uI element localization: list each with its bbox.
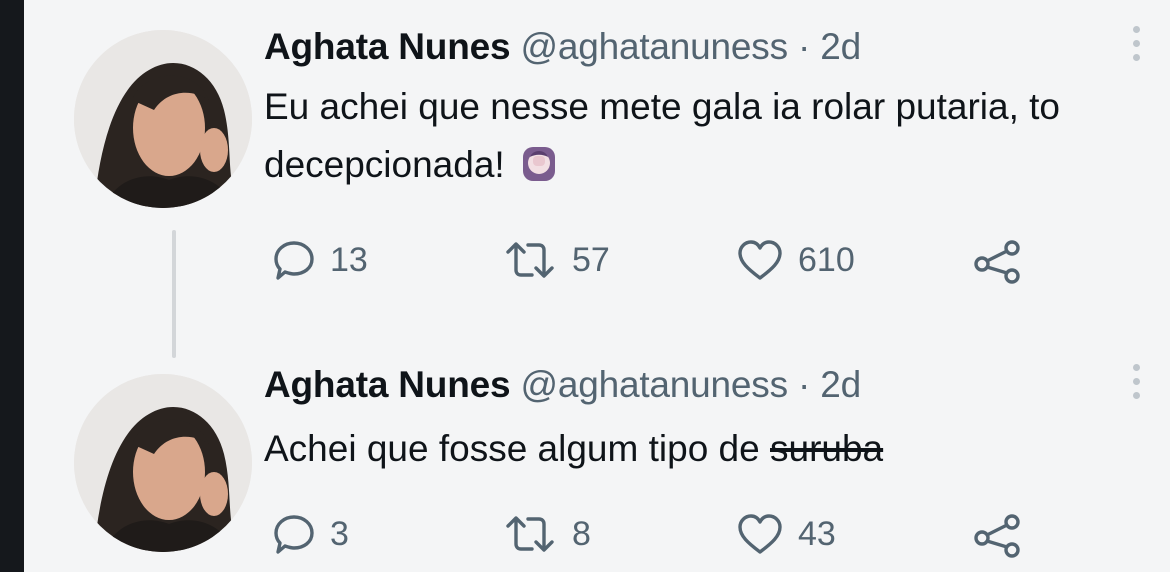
more-options-icon[interactable]	[1132, 26, 1140, 61]
share-icon	[972, 240, 1024, 284]
retweet-count: 57	[572, 240, 610, 279]
author-name[interactable]: Aghata Nunes	[264, 364, 511, 405]
tweet-header: Aghata Nunes @aghatanuness · 2d	[264, 26, 861, 68]
author-handle[interactable]: @aghatanuness	[520, 26, 788, 67]
strikethrough-word: suruba	[770, 428, 884, 469]
like-count: 610	[798, 240, 855, 279]
retweet-icon	[502, 238, 558, 282]
timestamp[interactable]: 2d	[820, 364, 861, 405]
timestamp[interactable]: 2d	[820, 26, 861, 67]
separator-dot: ·	[798, 364, 811, 405]
heart-icon	[736, 512, 784, 556]
more-options-icon[interactable]	[1132, 364, 1140, 399]
tweet[interactable]: Aghata Nunes @aghatanuness · 2d Eu achei…	[24, 0, 1170, 300]
tweet-text: Achei que fosse algum tipo de suruba	[264, 420, 1114, 478]
reply-count: 13	[330, 240, 368, 279]
author-name[interactable]: Aghata Nunes	[264, 26, 511, 67]
avatar[interactable]	[74, 30, 252, 208]
separator-dot: ·	[798, 26, 811, 67]
tweet-text-content: Eu achei que nesse mete gala ia rolar pu…	[264, 86, 1060, 185]
like-count: 43	[798, 514, 836, 553]
reply-icon	[272, 238, 316, 282]
reply-icon	[272, 512, 316, 556]
retweet-icon	[502, 512, 558, 556]
heart-icon	[736, 238, 784, 282]
tweet-text-content: Achei que fosse algum tipo de	[264, 428, 770, 469]
author-handle[interactable]: @aghatanuness	[520, 364, 788, 405]
share-button[interactable]	[972, 514, 1024, 558]
share-button[interactable]	[972, 240, 1024, 284]
tweet-actions: 3 8 43	[24, 512, 1170, 562]
like-button[interactable]: 610	[736, 238, 855, 282]
tweet[interactable]: Aghata Nunes @aghatanuness · 2d Achei qu…	[24, 350, 1170, 572]
tweet-header: Aghata Nunes @aghatanuness · 2d	[264, 364, 861, 406]
share-icon	[972, 514, 1024, 558]
reply-count: 3	[330, 514, 349, 553]
retweet-count: 8	[572, 514, 591, 553]
tweet-text: Eu achei que nesse mete gala ia rolar pu…	[264, 78, 1114, 194]
reply-button[interactable]: 13	[272, 238, 368, 282]
retweet-button[interactable]: 8	[502, 512, 591, 556]
retweet-button[interactable]: 57	[502, 238, 610, 282]
tweet-actions: 13 57 610	[24, 238, 1170, 288]
woman-facepalming-icon	[519, 142, 559, 182]
reply-button[interactable]: 3	[272, 512, 349, 556]
like-button[interactable]: 43	[736, 512, 836, 556]
tweet-thread: Aghata Nunes @aghatanuness · 2d Eu achei…	[24, 0, 1170, 572]
